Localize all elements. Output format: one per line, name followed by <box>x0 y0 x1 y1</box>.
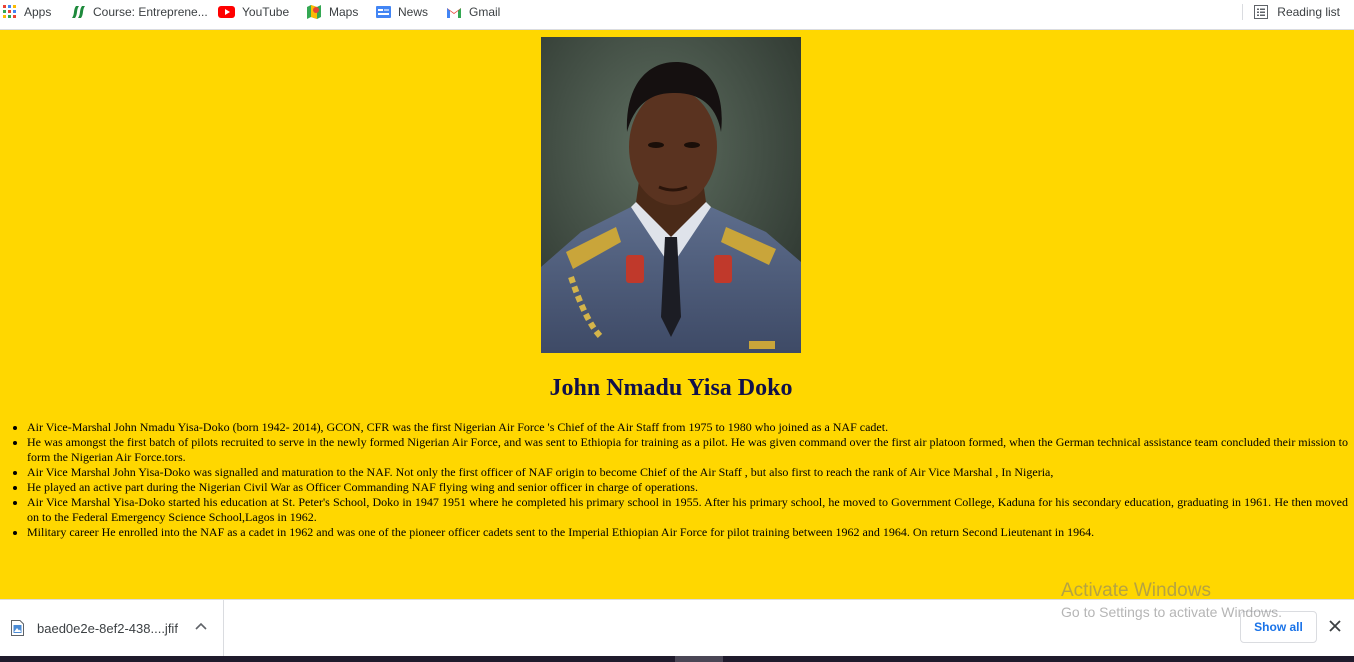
bio-item: He played an active part during the Nige… <box>27 480 1348 495</box>
bookmark-maps[interactable]: Maps <box>306 0 358 24</box>
bio-list: Air Vice-Marshal John Nmadu Yisa-Doko (b… <box>0 420 1348 540</box>
gmail-icon <box>447 8 461 18</box>
bio-item: Air Vice Marshal John Yisa-Doko was sign… <box>27 465 1348 480</box>
bio-item: Air Vice Marshal Yisa-Doko started his e… <box>27 495 1348 525</box>
youtube-icon <box>218 6 235 18</box>
reading-list-button[interactable]: Reading list <box>1254 0 1340 24</box>
taskbar <box>0 656 1354 662</box>
bookmark-label: Gmail <box>469 5 501 19</box>
apps-grid-icon <box>3 5 16 18</box>
course-logo-icon <box>72 6 85 18</box>
download-file-name: baed0e2e-8ef2-438....jfif <box>37 621 178 636</box>
bookmark-label: News <box>398 5 429 19</box>
reading-list-label: Reading list <box>1277 5 1340 19</box>
bookmark-label: YouTube <box>242 5 290 19</box>
bookmark-apps[interactable]: Apps <box>3 0 51 24</box>
bookmark-gmail[interactable]: Gmail <box>446 0 500 24</box>
show-all-button[interactable]: Show all <box>1240 611 1317 643</box>
portrait-image <box>541 37 801 353</box>
maps-icon <box>307 5 321 19</box>
bookmark-label: Course: Entreprene... <box>93 5 208 19</box>
bookmark-label: Maps <box>329 5 359 19</box>
chevron-up-icon[interactable] <box>195 622 207 630</box>
page-content: John Nmadu Yisa Doko Air Vice-Marshal Jo… <box>0 30 1354 599</box>
taskbar-active-app <box>675 656 723 662</box>
close-icon[interactable] <box>1329 620 1341 632</box>
bookmark-news[interactable]: News <box>376 0 428 24</box>
page-title: John Nmadu Yisa Doko <box>549 375 793 401</box>
bookmarks-separator <box>1242 4 1243 20</box>
download-shelf: baed0e2e-8ef2-438....jfif Show all <box>0 599 1354 656</box>
news-icon <box>376 6 391 18</box>
reading-list-icon <box>1254 5 1269 19</box>
bio-item: Military career He enrolled into the NAF… <box>27 525 1348 540</box>
bookmark-label: Apps <box>24 5 52 19</box>
bookmark-course[interactable]: Course: Entreprene... <box>70 0 208 24</box>
bookmark-youtube[interactable]: YouTube <box>218 0 289 24</box>
image-file-icon <box>11 620 24 636</box>
download-item[interactable]: baed0e2e-8ef2-438....jfif <box>0 600 224 656</box>
bookmarks-bar: Apps Course: Entreprene... YouTube Maps … <box>0 0 1354 30</box>
bio-item: He was amongst the first batch of pilots… <box>27 435 1348 465</box>
bio-item: Air Vice-Marshal John Nmadu Yisa-Doko (b… <box>27 420 1348 435</box>
